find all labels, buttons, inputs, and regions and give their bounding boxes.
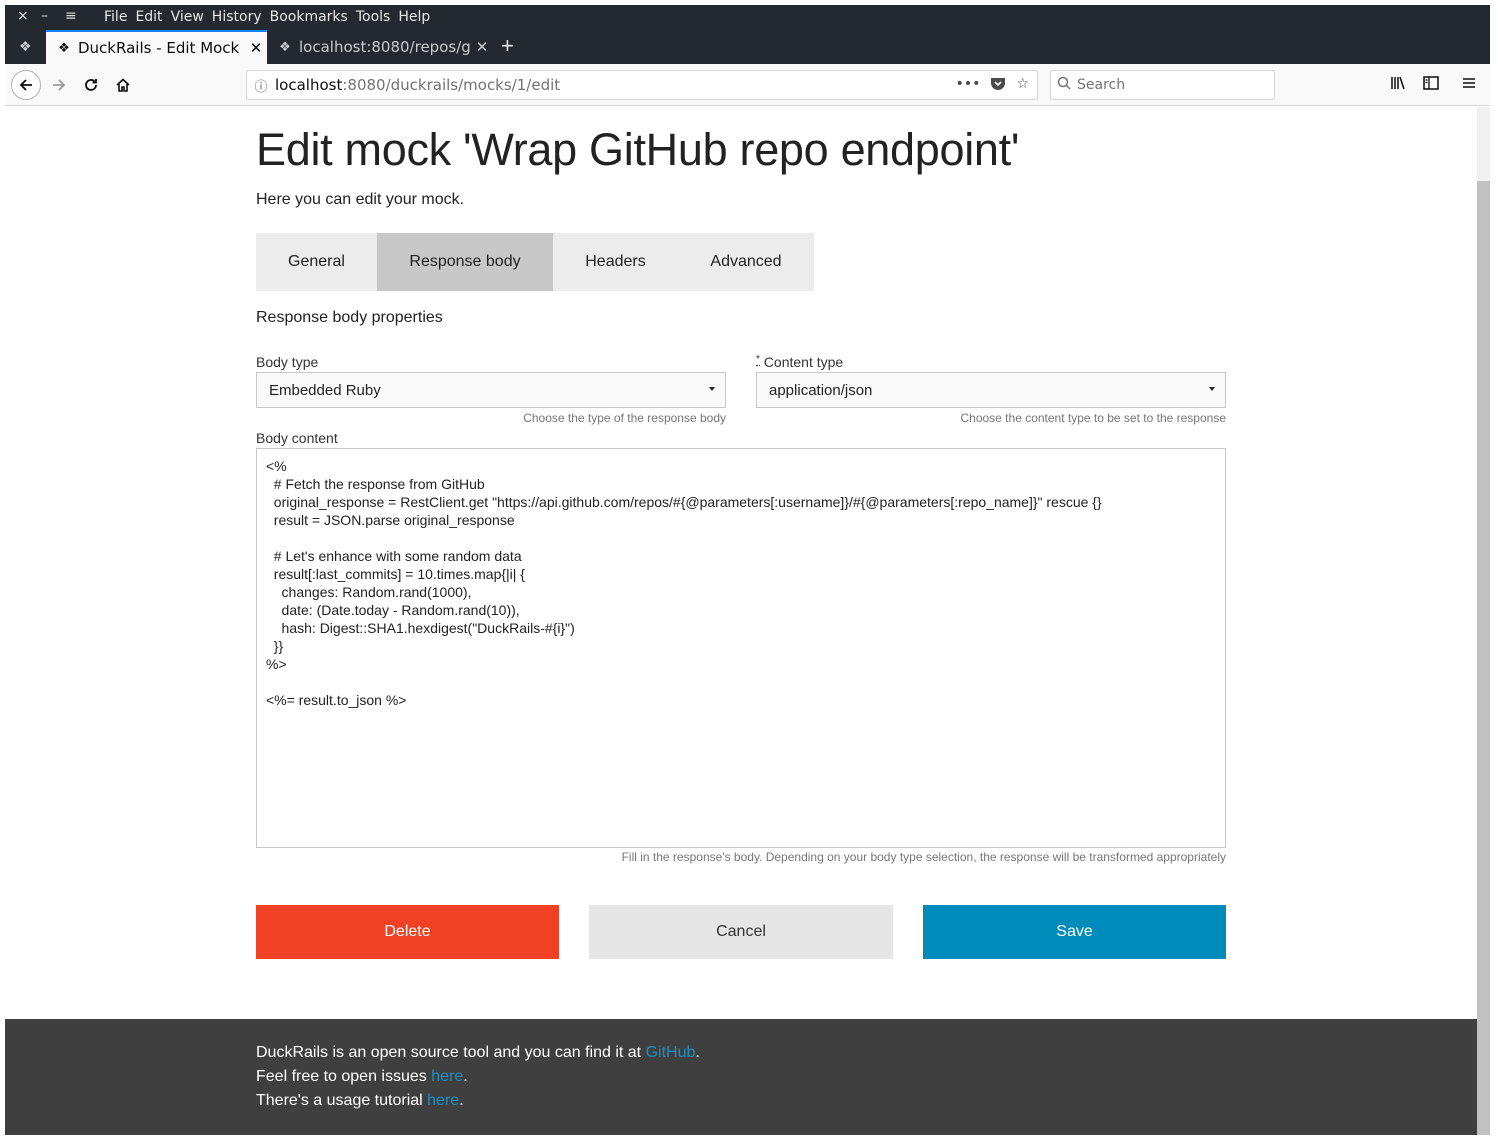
menu-history[interactable]: History (212, 9, 262, 25)
mock-tabs: General Response body Headers Advanced (256, 233, 814, 291)
duck-favicon-icon: ❖ (58, 40, 70, 56)
bookmark-star-icon[interactable]: ☆ (1016, 76, 1029, 94)
menu-edit[interactable]: Edit (135, 9, 162, 25)
menu-bar: File Edit View History Bookmarks Tools H… (104, 9, 438, 25)
footer-text: Feel free to open issues (256, 1068, 432, 1085)
footer-line-github: DuckRails is an open source tool and you… (256, 1041, 700, 1065)
github-link[interactable]: GitHub (646, 1044, 696, 1061)
navigation-toolbar: ⓘ localhost:8080/duckrails/mocks/1/edit … (5, 64, 1490, 106)
page-title: Edit mock 'Wrap GitHub repo endpoint' (256, 124, 1020, 175)
back-arrow-icon (19, 79, 32, 91)
url-bar[interactable]: ⓘ localhost:8080/duckrails/mocks/1/edit … (246, 70, 1038, 100)
search-input[interactable]: Search (1050, 70, 1275, 100)
menu-help[interactable]: Help (398, 9, 430, 25)
tab-title: DuckRails - Edit Mock (78, 39, 240, 57)
menu-file[interactable]: File (104, 9, 127, 25)
url-path: :8080/duckrails/mocks/1/edit (342, 76, 561, 94)
tab-headers[interactable]: Headers (553, 233, 678, 291)
forward-arrow-icon (53, 79, 66, 91)
footer-punct: . (695, 1044, 700, 1061)
content-type-value: application/json (769, 381, 873, 399)
menu-view[interactable]: View (171, 9, 204, 25)
window-titlebar: × – ≡ File Edit View History Bookmarks T… (5, 5, 1490, 30)
footer-punct: . (459, 1092, 464, 1109)
body-type-select[interactable]: Embedded Ruby (256, 372, 726, 408)
delete-button[interactable]: Delete (256, 905, 559, 959)
back-button[interactable] (11, 70, 41, 100)
close-tab-icon[interactable]: ✕ (471, 38, 493, 56)
body-content-textarea[interactable]: <% # Fetch the response from GitHub orig… (256, 448, 1226, 848)
close-window-icon[interactable]: × (17, 8, 29, 24)
hamburger-menu-icon[interactable] (1462, 76, 1476, 94)
forward-button[interactable] (45, 71, 73, 99)
cancel-button[interactable]: Cancel (589, 905, 893, 959)
section-title: Response body properties (256, 309, 443, 326)
footer-punct: . (463, 1068, 468, 1085)
reload-button[interactable] (77, 71, 105, 99)
tab-title: localhost:8080/repos/gc (299, 38, 471, 56)
minimize-window-icon[interactable]: – (41, 8, 48, 24)
library-icon[interactable] (1390, 76, 1406, 94)
footer-line-tutorial: There's a usage tutorial here. (256, 1089, 700, 1113)
page-subtitle: Here you can edit your mock. (256, 191, 465, 208)
footer-text: DuckRails is an open source tool and you… (256, 1044, 646, 1061)
dropdown-caret-icon (709, 387, 715, 391)
tab-advanced[interactable]: Advanced (678, 233, 814, 291)
duck-favicon-icon: ❖ (279, 39, 291, 55)
search-icon (1051, 76, 1077, 94)
body-content-hint: Fill in the response's body. Depending o… (621, 850, 1226, 864)
url-host: localhost (275, 76, 343, 94)
footer-text: There's a usage tutorial (256, 1092, 428, 1109)
menu-tools[interactable]: Tools (356, 9, 391, 25)
sidebar-icon[interactable] (1423, 76, 1439, 94)
tab-edit-mock[interactable]: ❖ DuckRails - Edit Mock ✕ (46, 30, 267, 64)
content-type-hint: Choose the content type to be set to the… (960, 411, 1226, 425)
issues-link[interactable]: here (431, 1068, 463, 1085)
tutorial-link[interactable]: here (427, 1092, 459, 1109)
tab-general[interactable]: General (256, 233, 377, 291)
footer-line-issues: Feel free to open issues here. (256, 1065, 700, 1089)
content-type-select[interactable]: application/json (756, 372, 1226, 408)
page-scrollbar[interactable] (1477, 107, 1490, 1135)
pocket-icon[interactable] (990, 76, 1006, 94)
menu-bookmarks[interactable]: Bookmarks (270, 9, 348, 25)
pinned-tab-duck-icon[interactable]: ❖ (19, 38, 32, 55)
tab-bar: ❖ ❖ DuckRails - Edit Mock ✕ ❖ localhost:… (5, 30, 1490, 64)
body-content-label: Body content (256, 430, 338, 446)
tab-localhost-repos[interactable]: ❖ localhost:8080/repos/gc ✕ (267, 30, 493, 64)
scrollbar-thumb[interactable] (1477, 181, 1490, 1135)
search-placeholder: Search (1077, 77, 1126, 93)
window-menu-icon[interactable]: ≡ (65, 8, 77, 24)
page-actions-icon[interactable]: ••• (956, 76, 981, 94)
body-type-hint: Choose the type of the response body (523, 411, 726, 425)
home-button[interactable] (109, 71, 137, 99)
save-button[interactable]: Save (923, 905, 1226, 959)
content-type-label: * Content type (756, 354, 843, 370)
required-marker: * (756, 354, 760, 366)
body-type-value: Embedded Ruby (269, 381, 381, 399)
home-icon (116, 78, 130, 92)
close-tab-icon[interactable]: ✕ (245, 39, 267, 57)
page-info-icon[interactable]: ⓘ (247, 76, 275, 95)
reload-icon (85, 79, 97, 91)
tab-response-body[interactable]: Response body (377, 233, 553, 291)
dropdown-caret-icon (1209, 387, 1215, 391)
new-tab-icon[interactable]: + (501, 33, 514, 59)
page-footer: DuckRails is an open source tool and you… (5, 1019, 1477, 1135)
content-type-label-text: Content type (763, 354, 844, 370)
body-type-label: Body type (256, 354, 319, 370)
